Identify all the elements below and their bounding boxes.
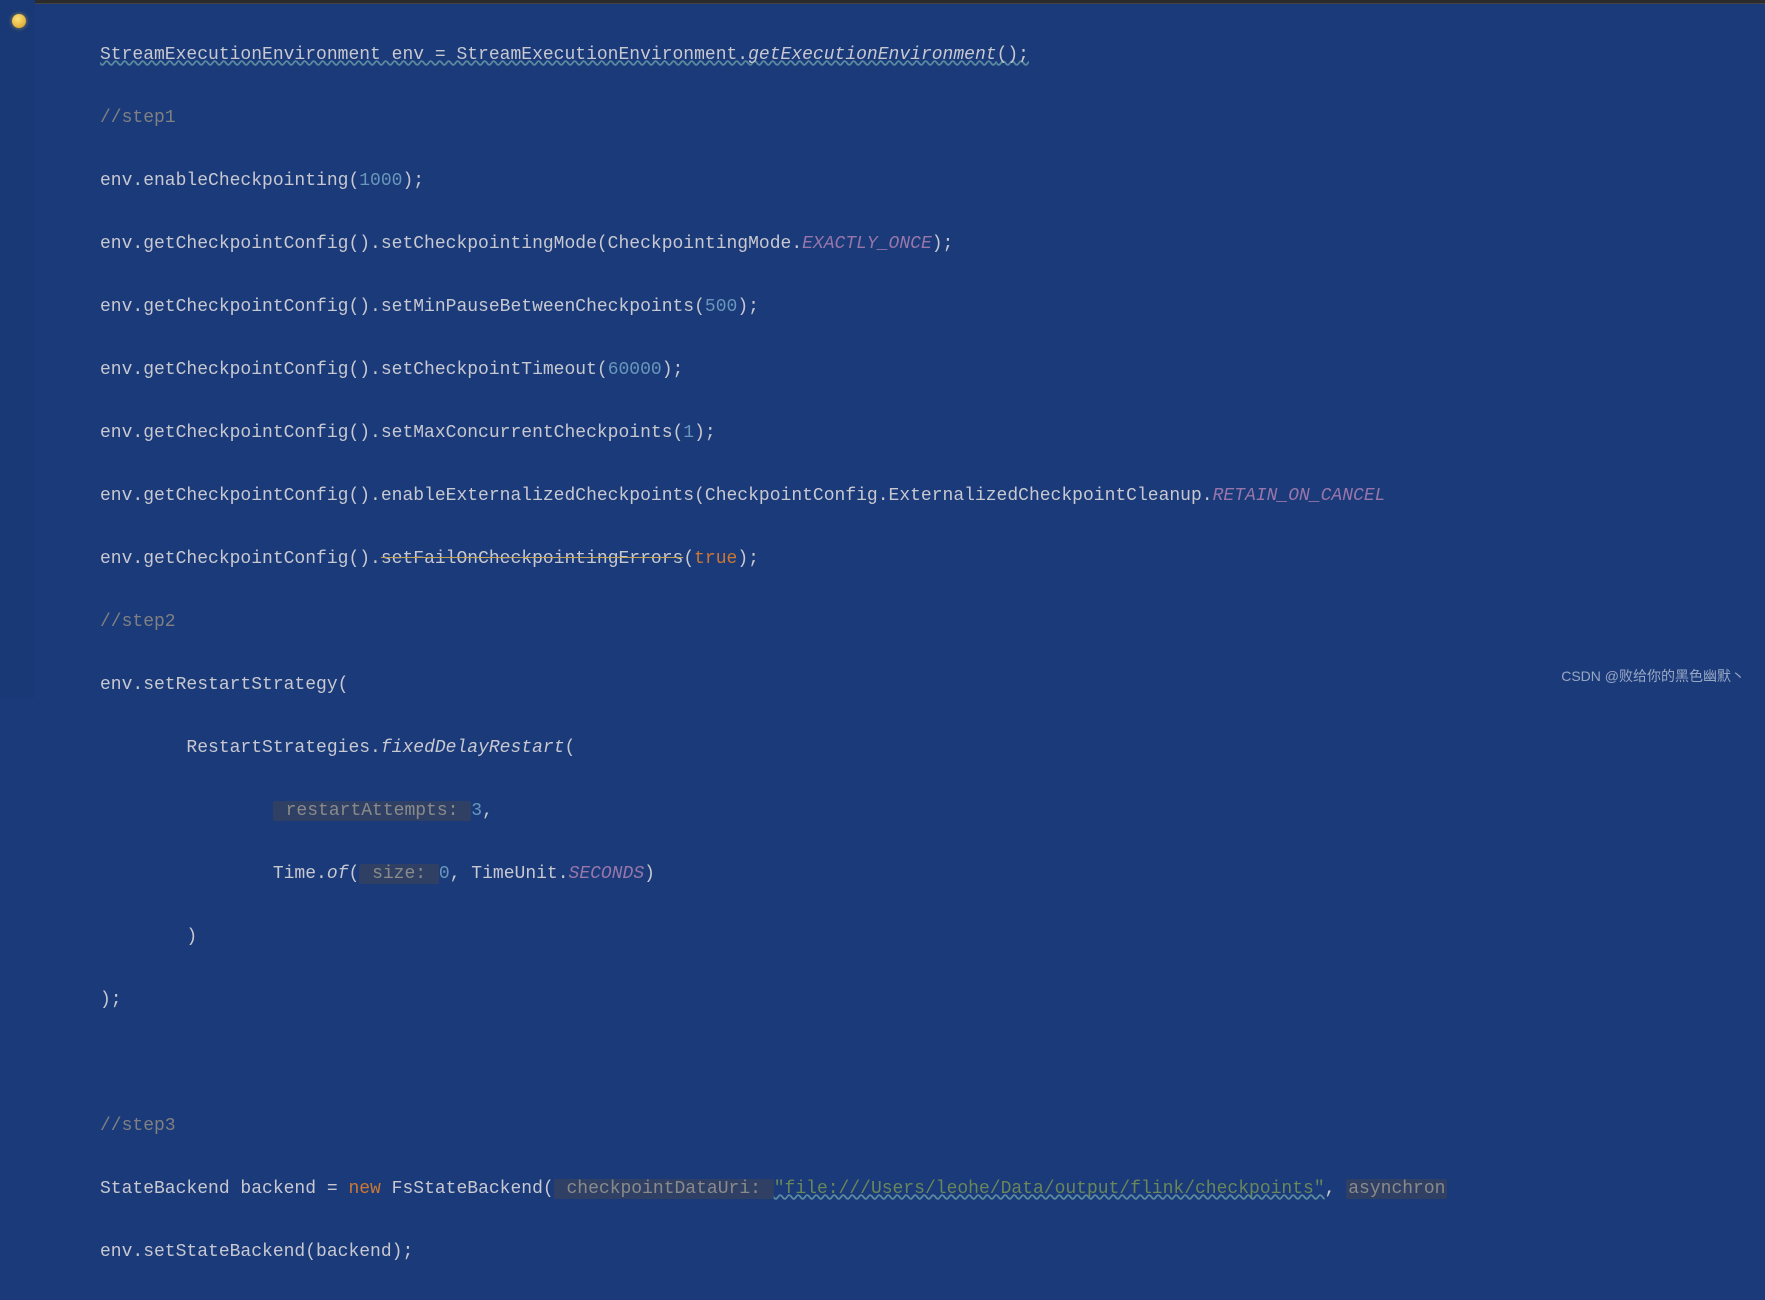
editor-gutter — [0, 0, 35, 698]
code-line[interactable]: RestartStrategies.fixedDelayRestart( — [100, 733, 1765, 765]
code-line[interactable]: env.getCheckpointConfig().enableExternal… — [100, 481, 1765, 513]
code-line[interactable]: //step3 — [100, 1111, 1765, 1143]
code-line[interactable]: env.setStateBackend(backend); — [100, 1237, 1765, 1269]
code-line[interactable]: env.setRestartStrategy( — [100, 670, 1765, 702]
code-line[interactable]: Time.of( size: 0, TimeUnit.SECONDS) — [100, 859, 1765, 891]
code-line[interactable]: env.getCheckpointConfig().setCheckpointT… — [100, 355, 1765, 387]
code-line[interactable]: StateBackend backend = new FsStateBacken… — [100, 1174, 1765, 1206]
code-line[interactable]: ) — [100, 922, 1765, 954]
code-line[interactable]: env.getCheckpointConfig().setFailOnCheck… — [100, 544, 1765, 576]
code-editor[interactable]: StreamExecutionEnvironment env = StreamE… — [100, 8, 1765, 1300]
code-line[interactable]: //step2 — [100, 607, 1765, 639]
code-line[interactable]: env.enableCheckpointing(1000); — [100, 166, 1765, 198]
code-line[interactable]: StreamExecutionEnvironment env = StreamE… — [100, 40, 1765, 72]
code-line[interactable]: ); — [100, 985, 1765, 1017]
code-line[interactable]: //step1 — [100, 103, 1765, 135]
code-line[interactable] — [100, 1048, 1765, 1080]
code-line[interactable]: env.getCheckpointConfig().setMaxConcurre… — [100, 418, 1765, 450]
lightbulb-icon[interactable] — [12, 14, 26, 28]
code-line[interactable]: env.getCheckpointConfig().setMinPauseBet… — [100, 292, 1765, 324]
code-line[interactable]: env.getCheckpointConfig().setCheckpointi… — [100, 229, 1765, 261]
editor-top-border — [0, 0, 1765, 4]
watermark-text: CSDN @败给你的黑色幽默丶 — [1561, 664, 1745, 689]
code-line[interactable]: restartAttempts: 3, — [100, 796, 1765, 828]
